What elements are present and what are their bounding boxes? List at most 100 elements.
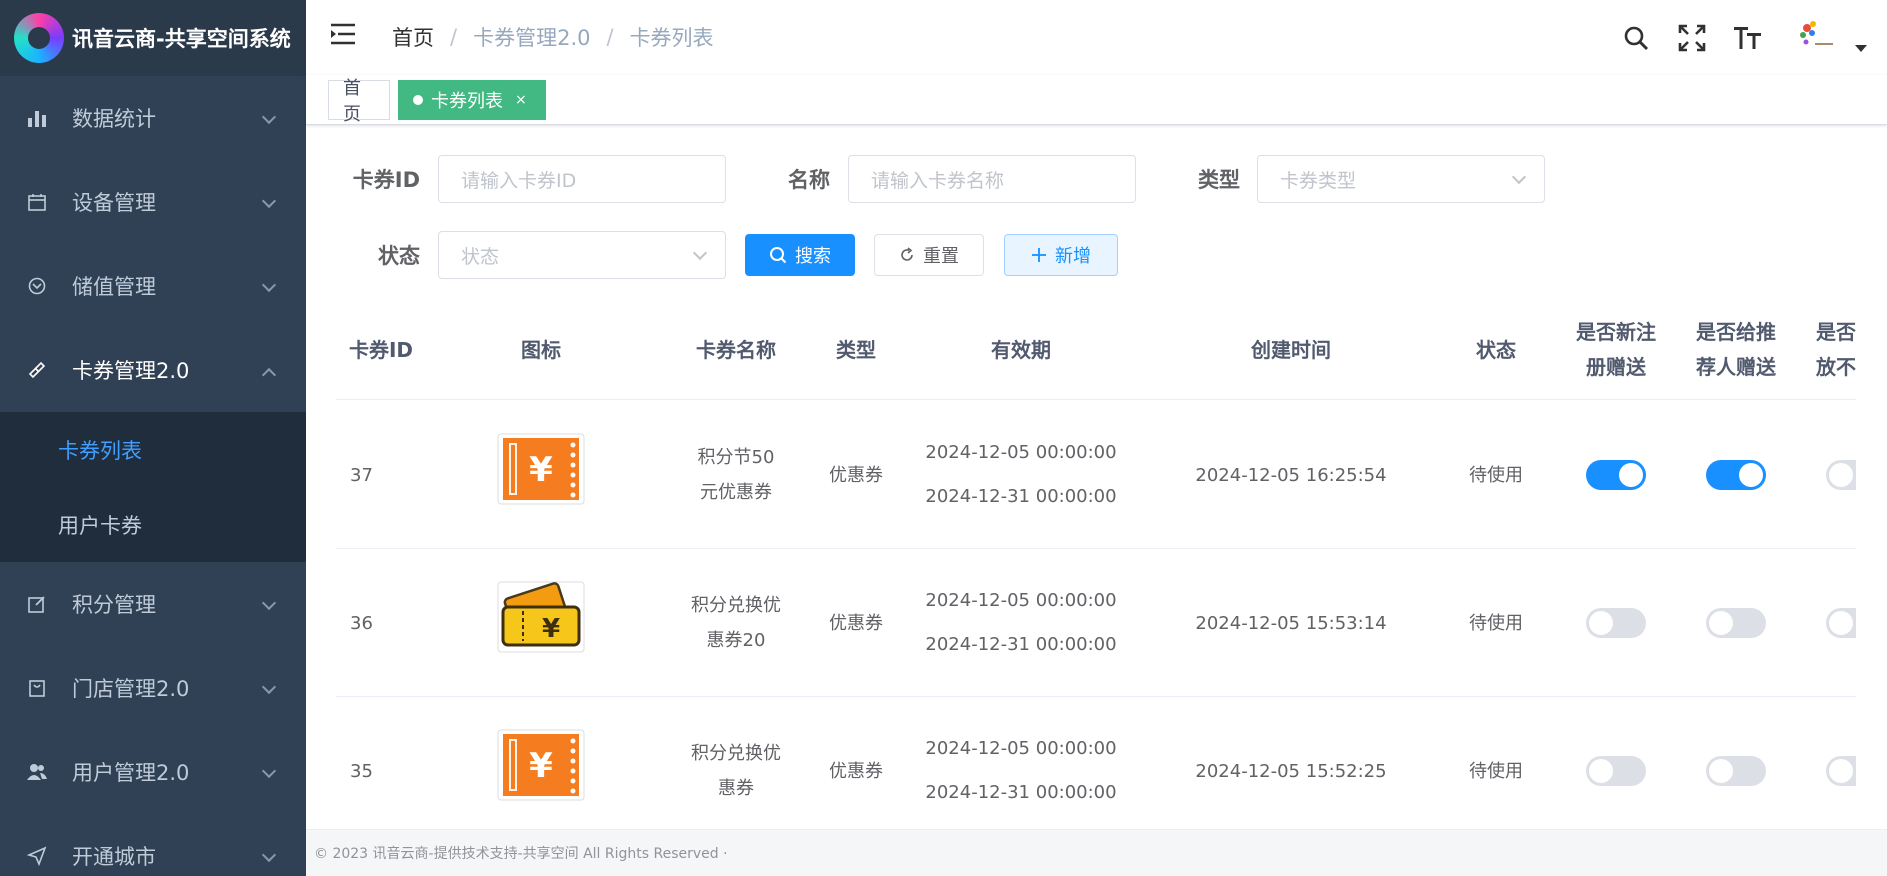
coupon-name-input[interactable]: 请输入卡券名称: [848, 155, 1136, 203]
tag-home[interactable]: 首页: [328, 78, 390, 125]
cell-referrer: [1676, 697, 1796, 830]
sidebar: 讯音云商-共享空间系统 数据统计 设备管理 储值管理 卡券管理2.0 卡券列表 …: [0, 0, 306, 876]
select-placeholder: 状态: [461, 245, 500, 268]
only-issue-switch[interactable]: [1826, 756, 1856, 786]
tag-label: 首页: [343, 78, 361, 125]
header-line: 放不售卖: [1816, 355, 1856, 379]
chevron-down-icon: [692, 245, 708, 261]
svg-text:¥: ¥: [542, 614, 560, 644]
tag-coupon-list[interactable]: 卡券列表 ×: [398, 80, 546, 120]
search-icon[interactable]: [1619, 21, 1653, 55]
chevron-down-icon: [1511, 169, 1527, 185]
sidebar-item-data-stats[interactable]: 数据统计: [0, 76, 306, 160]
validity-end: 2024-12-31 00:00:00: [925, 486, 1117, 507]
menu-toggle-icon[interactable]: [330, 22, 356, 46]
sidebar-item-label: 卡券管理2.0: [72, 359, 190, 383]
sidebar-item-devices[interactable]: 设备管理: [0, 160, 306, 244]
validity-end: 2024-12-31 00:00:00: [925, 634, 1117, 655]
cell-status: 待使用: [1469, 612, 1523, 634]
cell-name: 积分兑换优 惠券: [666, 697, 806, 830]
avatar[interactable]: [1791, 15, 1837, 61]
caret-down-icon[interactable]: [1855, 44, 1867, 52]
chevron-down-icon: [261, 277, 277, 293]
coupon-submenu: 卡券列表 用户卡券: [0, 412, 306, 562]
sidebar-item-stored-value[interactable]: 储值管理: [0, 244, 306, 328]
font-size-icon[interactable]: [1731, 21, 1765, 55]
coupon-id-input[interactable]: 请输入卡券ID: [438, 155, 726, 203]
chevron-down-icon: [261, 595, 277, 611]
cell-name: 积分节50 元优惠券: [666, 401, 806, 549]
sidebar-item-label: 开通城市: [72, 845, 156, 869]
sidebar-item-label: 积分管理: [72, 593, 156, 617]
svg-text:¥: ¥: [529, 746, 553, 786]
select-placeholder: 卡券类型: [1280, 169, 1357, 192]
table-row[interactable]: 37 ¥ 积分节50 元优惠券 优惠券 2024-12-05 00:00:00 …: [336, 401, 1856, 549]
logo-area[interactable]: 讯音云商-共享空间系统: [0, 0, 306, 76]
col-header-icon: 图标: [521, 337, 561, 362]
refresh-icon: [901, 247, 913, 261]
sidebar-item-stores[interactable]: 门店管理2.0: [0, 646, 306, 730]
col-header-validity: 有效期: [991, 337, 1051, 362]
tickets-yellow-icon: ¥: [497, 581, 585, 665]
breadcrumb: 首页 / 卡券管理2.0 / 卡券列表: [392, 22, 714, 52]
sidebar-item-label: 设备管理: [72, 191, 156, 215]
header-line: 是否只发: [1816, 320, 1856, 344]
breadcrumb-separator: /: [450, 25, 458, 49]
close-icon[interactable]: ×: [515, 92, 527, 108]
name-line: 惠券20: [706, 630, 766, 651]
cell-created: 2024-12-05 16:25:54: [1195, 464, 1387, 486]
chevron-down-icon: [261, 193, 277, 209]
chevron-up-icon: [261, 367, 277, 383]
add-button[interactable]: 新增: [1004, 234, 1118, 276]
cell-icon: ¥: [466, 549, 616, 697]
sidebar-item-user-coupons[interactable]: 用户卡券: [0, 487, 306, 562]
breadcrumb-home[interactable]: 首页: [392, 22, 434, 52]
sidebar-item-points[interactable]: 积分管理: [0, 562, 306, 646]
breadcrumb-coupon-list: 卡券列表: [629, 26, 714, 50]
send-icon: [26, 845, 48, 867]
reset-button[interactable]: 重置: [874, 234, 984, 276]
sidebar-item-coupon-list[interactable]: 卡券列表: [0, 412, 306, 487]
col-header-referrer: 是否给推 荐人赠送: [1676, 300, 1796, 400]
fullscreen-icon[interactable]: [1675, 21, 1709, 55]
only-issue-switch[interactable]: [1826, 608, 1856, 638]
referrer-switch[interactable]: [1706, 756, 1766, 786]
sidebar-item-label: 用户管理2.0: [72, 761, 190, 785]
breadcrumb-coupon-management: 卡券管理2.0: [473, 26, 591, 50]
sidebar-item-cities[interactable]: 开通城市: [0, 814, 306, 876]
cell-type: 优惠券: [829, 760, 883, 782]
validity-start: 2024-12-05 00:00:00: [925, 442, 1117, 463]
only-issue-switch[interactable]: [1826, 460, 1856, 490]
new-register-switch[interactable]: [1586, 608, 1646, 638]
cell-only-issue: [1796, 401, 1856, 549]
cell-id: 35: [350, 760, 373, 782]
copyright-text: © 2023 讯音云商-提供技术支持-共享空间 All Rights Reser…: [314, 846, 728, 862]
footer: © 2023 讯音云商-提供技术支持-共享空间 All Rights Reser…: [306, 829, 1887, 876]
new-register-switch[interactable]: [1586, 756, 1646, 786]
table-row[interactable]: 36 ¥ 积分兑换优 惠券20 优惠券 2024-12-05 00:00:00 …: [336, 549, 1856, 697]
table-row[interactable]: 35 ¥ 积分兑换优 惠券 优惠券 2024-12-05 00:00:00 20…: [336, 697, 1856, 830]
cell-validity: 2024-12-05 00:00:00 2024-12-31 00:00:00: [916, 401, 1126, 549]
sidebar-item-coupons[interactable]: 卡券管理2.0: [0, 328, 306, 412]
cell-validity: 2024-12-05 00:00:00 2024-12-31 00:00:00: [916, 549, 1126, 697]
cell-new-register: [1556, 697, 1676, 830]
col-header-status: 状态: [1476, 337, 1516, 362]
id-label: 卡券ID: [352, 168, 420, 192]
search-button[interactable]: 搜索: [745, 234, 855, 276]
col-header-new-register: 是否新注 册赠送: [1556, 300, 1676, 400]
coupon-type-select[interactable]: 卡券类型: [1257, 155, 1545, 203]
cell-status: 待使用: [1469, 760, 1523, 782]
shopping-bag-icon: [26, 677, 48, 699]
breadcrumb-separator: /: [606, 25, 614, 49]
svg-text:¥: ¥: [529, 450, 553, 490]
new-register-switch[interactable]: [1586, 460, 1646, 490]
status-select[interactable]: 状态: [438, 231, 726, 279]
name-line: 积分兑换优: [691, 595, 781, 616]
referrer-switch[interactable]: [1706, 460, 1766, 490]
validity-start: 2024-12-05 00:00:00: [925, 590, 1117, 611]
app-title: 讯音云商-共享空间系统: [72, 27, 291, 51]
sidebar-item-users[interactable]: 用户管理2.0: [0, 730, 306, 814]
type-label: 类型: [1198, 168, 1240, 192]
referrer-switch[interactable]: [1706, 608, 1766, 638]
cell-new-register: [1556, 549, 1676, 697]
